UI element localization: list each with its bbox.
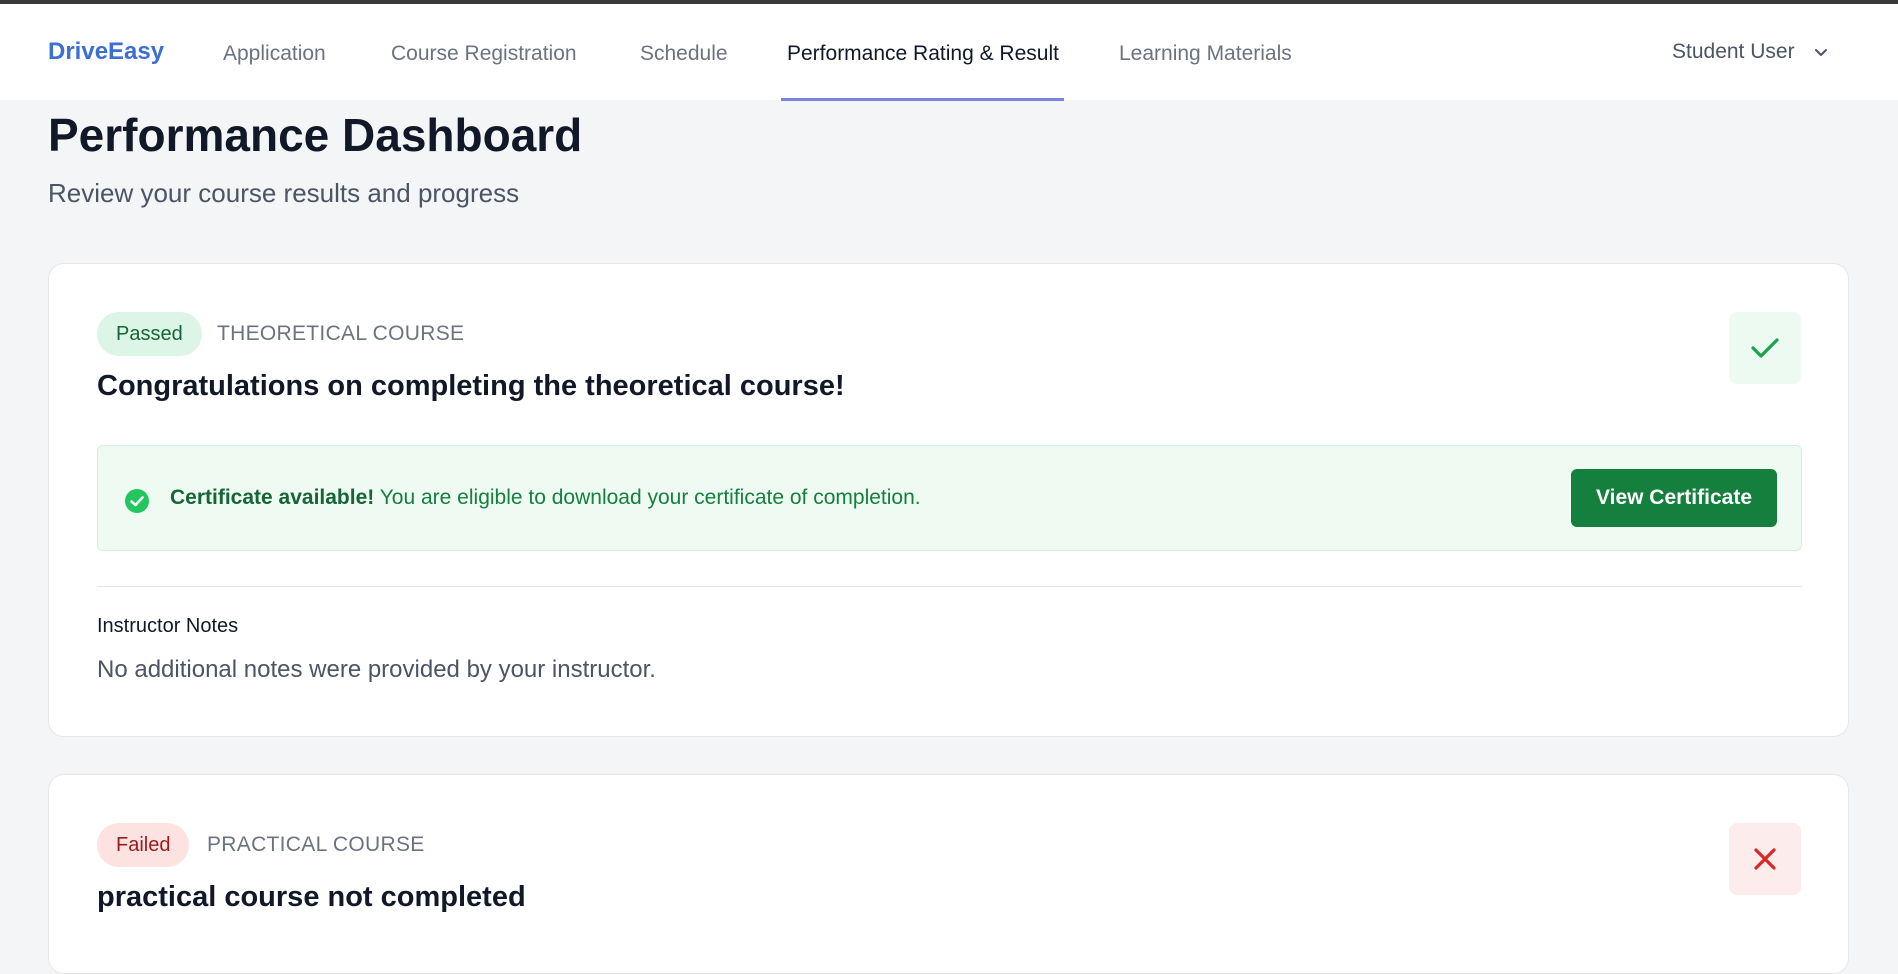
check-icon	[1729, 312, 1801, 384]
user-menu-label: Student User	[1672, 40, 1795, 63]
check-circle-icon	[124, 488, 150, 519]
nav-item-schedule[interactable]: Schedule	[640, 42, 728, 66]
brand-logo[interactable]: DriveEasy	[48, 38, 164, 66]
nav-item-application[interactable]: Application	[223, 42, 326, 66]
instructor-notes-text: No additional notes were provided by you…	[97, 656, 656, 683]
course-result-card-theoretical: Passed THEORETICAL COURSE Congratulation…	[48, 263, 1849, 737]
certificate-description: You are eligible to download your certif…	[374, 486, 921, 509]
certificate-message: Certificate available! You are eligible …	[170, 486, 921, 510]
course-result-heading: Congratulations on completing the theore…	[97, 370, 845, 402]
x-icon	[1729, 823, 1801, 895]
nav-item-performance-rating-result[interactable]: Performance Rating & Result	[787, 42, 1059, 66]
chevron-down-icon	[1814, 40, 1828, 64]
instructor-notes-label: Instructor Notes	[97, 615, 239, 637]
status-badge-failed: Failed	[97, 823, 190, 867]
nav-item-learning-materials[interactable]: Learning Materials	[1119, 42, 1292, 66]
certificate-alert: Certificate available! You are eligible …	[97, 445, 1802, 551]
page-subtitle: Review your course results and progress	[48, 178, 520, 208]
user-menu[interactable]: Student User	[1672, 40, 1828, 64]
divider	[97, 586, 1802, 587]
course-result-heading: practical course not completed	[97, 881, 526, 913]
nav-item-course-registration[interactable]: Course Registration	[391, 42, 577, 66]
certificate-title: Certificate available!	[170, 486, 375, 509]
page-title: Performance Dashboard	[48, 109, 583, 161]
course-type-label: THEORETICAL COURSE	[217, 322, 465, 345]
course-type-label: PRACTICAL COURSE	[207, 833, 425, 856]
top-navbar: DriveEasy Application Course Registratio…	[0, 4, 1898, 101]
view-certificate-button[interactable]: View Certificate	[1571, 469, 1777, 527]
course-result-card-practical: Failed PRACTICAL COURSE practical course…	[48, 774, 1849, 974]
status-badge-passed: Passed	[97, 312, 202, 356]
active-tab-indicator	[781, 98, 1064, 101]
